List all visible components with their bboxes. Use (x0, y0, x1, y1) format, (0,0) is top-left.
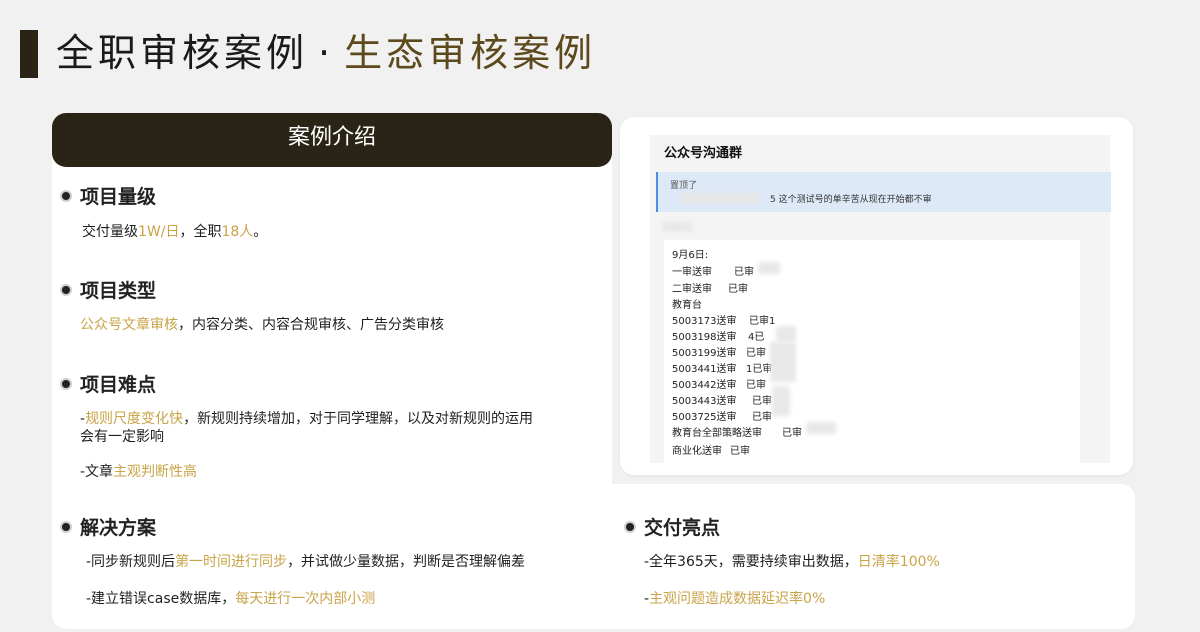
section-highlight-heading-text: 交付亮点 (644, 517, 721, 539)
chat-line: 5003173送审 (672, 316, 737, 327)
highlight-text: 18人 (221, 224, 254, 240)
chat-line: 商业化送审 (672, 446, 722, 457)
chat-line: 5003725送审 (672, 412, 737, 423)
chat-line: 5003199送审 (672, 348, 737, 359)
section-scale-heading-text: 项目量级 (80, 186, 157, 208)
redacted-block (776, 326, 796, 342)
bullet-icon (62, 379, 70, 388)
highlight-text: 每天进行一次内部小测 (235, 591, 376, 607)
chat-line: 一审送审 (672, 267, 712, 278)
text: 。 (253, 224, 268, 240)
section-scale-line: 交付量级1W/日，全职18人。 (82, 222, 267, 242)
redacted-block (662, 222, 692, 232)
text: ，全职 (179, 224, 222, 240)
page-title-sub: 生态审核案例 (344, 31, 597, 75)
redacted-block (772, 386, 790, 416)
chat-line-partial: 已审 (730, 446, 750, 457)
section-difficulty-line-2: 会有一定影响 (80, 429, 164, 445)
bullet-icon (62, 191, 70, 200)
section-highlight-heading: 交付亮点 (626, 513, 720, 540)
highlight-text: 第一时间进行同步 (175, 554, 288, 570)
chat-line-partial: 已审 (746, 348, 766, 359)
text: -全年365天，需要持续审出数据， (644, 554, 858, 570)
text: ，新规则持续增加，对于同学理解，以及对新规则的运用 (183, 411, 534, 427)
bullet-icon (62, 522, 70, 531)
chat-line: 9月6日: (672, 250, 709, 261)
chat-line-partial: 已审 (752, 412, 772, 423)
chat-line: 教育台 (672, 300, 702, 311)
page-title-separator: · (318, 31, 335, 75)
chat-line-partial: 已审1 (749, 316, 776, 327)
highlight-text: 公众号文章审核 (80, 317, 178, 333)
redacted-block (680, 193, 760, 203)
text: ，内容分类、内容合规审核、广告分类审核 (178, 317, 444, 333)
redacted-block (770, 342, 796, 382)
text: -同步新规则后 (86, 554, 176, 570)
page-title-main: 全职审核案例 (56, 31, 309, 75)
chat-line: 5003442送审 (672, 380, 737, 391)
bullet-icon (62, 285, 70, 294)
highlight-text: 日清率100% (857, 554, 940, 570)
section-type-heading-text: 项目类型 (80, 280, 157, 302)
highlight-text: 1W/日 (138, 224, 180, 240)
section-solution-line-2: -建立错误case数据库，每天进行一次内部小测 (86, 589, 375, 609)
chat-pin-label: 置顶了 (670, 181, 698, 191)
page-title: 全职审核案例 · 生态审核案例 (56, 28, 596, 78)
section-solution-heading: 解决方案 (62, 513, 156, 540)
redacted-block (758, 262, 780, 274)
section-solution-line-1: -同步新规则后第一时间进行同步，并试做少量数据，判断是否理解偏差 (86, 552, 525, 572)
section-difficulty-line-1: -规则尺度变化快，新规则持续增加，对于同学理解，以及对新规则的运用 (80, 409, 533, 429)
text: -建立错误case数据库， (86, 591, 236, 607)
section-highlight-line-2: -主观问题造成数据延迟率0% (644, 589, 825, 609)
bullet-icon (626, 522, 634, 531)
text: 交付量级 (82, 224, 138, 240)
section-difficulty-heading: 项目难点 (62, 370, 156, 397)
section-difficulty-line-3: -文章主观判断性高 (80, 462, 197, 482)
chat-line: 二审送审 (672, 284, 712, 295)
section-scale-heading: 项目量级 (62, 182, 156, 209)
text: ，并试做少量数据，判断是否理解偏差 (287, 554, 526, 570)
chat-line: 5003441送审 (672, 364, 737, 375)
section-highlight-line-1: -全年365天，需要持续审出数据，日清率100% (644, 552, 940, 572)
chat-line-partial: 已审 (728, 284, 748, 295)
section-type-heading: 项目类型 (62, 276, 156, 303)
highlight-text: 规则尺度变化快 (85, 411, 184, 427)
highlight-text: 主观问题造成数据延迟率0% (649, 591, 826, 607)
chat-line-partial: 已审 (746, 380, 766, 391)
section-type-line: 公众号文章审核，内容分类、内容合规审核、广告分类审核 (80, 315, 444, 335)
chat-line: 教育台全部策略送审 (672, 428, 762, 439)
text: -文章 (80, 464, 114, 480)
chat-line-partial: 已审 (782, 428, 802, 439)
chat-pin-text: 5 这个测试号的单辛苦从现在开始都不审 (770, 195, 932, 205)
case-intro-header: 案例介绍 (52, 113, 612, 167)
chat-line-partial: 4已 (748, 332, 765, 343)
title-accent-bar (20, 30, 38, 78)
redacted-block (806, 422, 836, 434)
chat-line-partial: 已审 (734, 267, 754, 278)
chat-group-name: 公众号沟通群 (664, 146, 743, 161)
chat-line: 5003198送审 (672, 332, 737, 343)
section-difficulty-heading-text: 项目难点 (80, 374, 157, 396)
chat-line: 5003443送审 (672, 396, 737, 407)
highlight-text: 主观判断性高 (113, 464, 198, 480)
section-solution-heading-text: 解决方案 (80, 517, 157, 539)
chat-line-partial: 已审 (752, 396, 772, 407)
